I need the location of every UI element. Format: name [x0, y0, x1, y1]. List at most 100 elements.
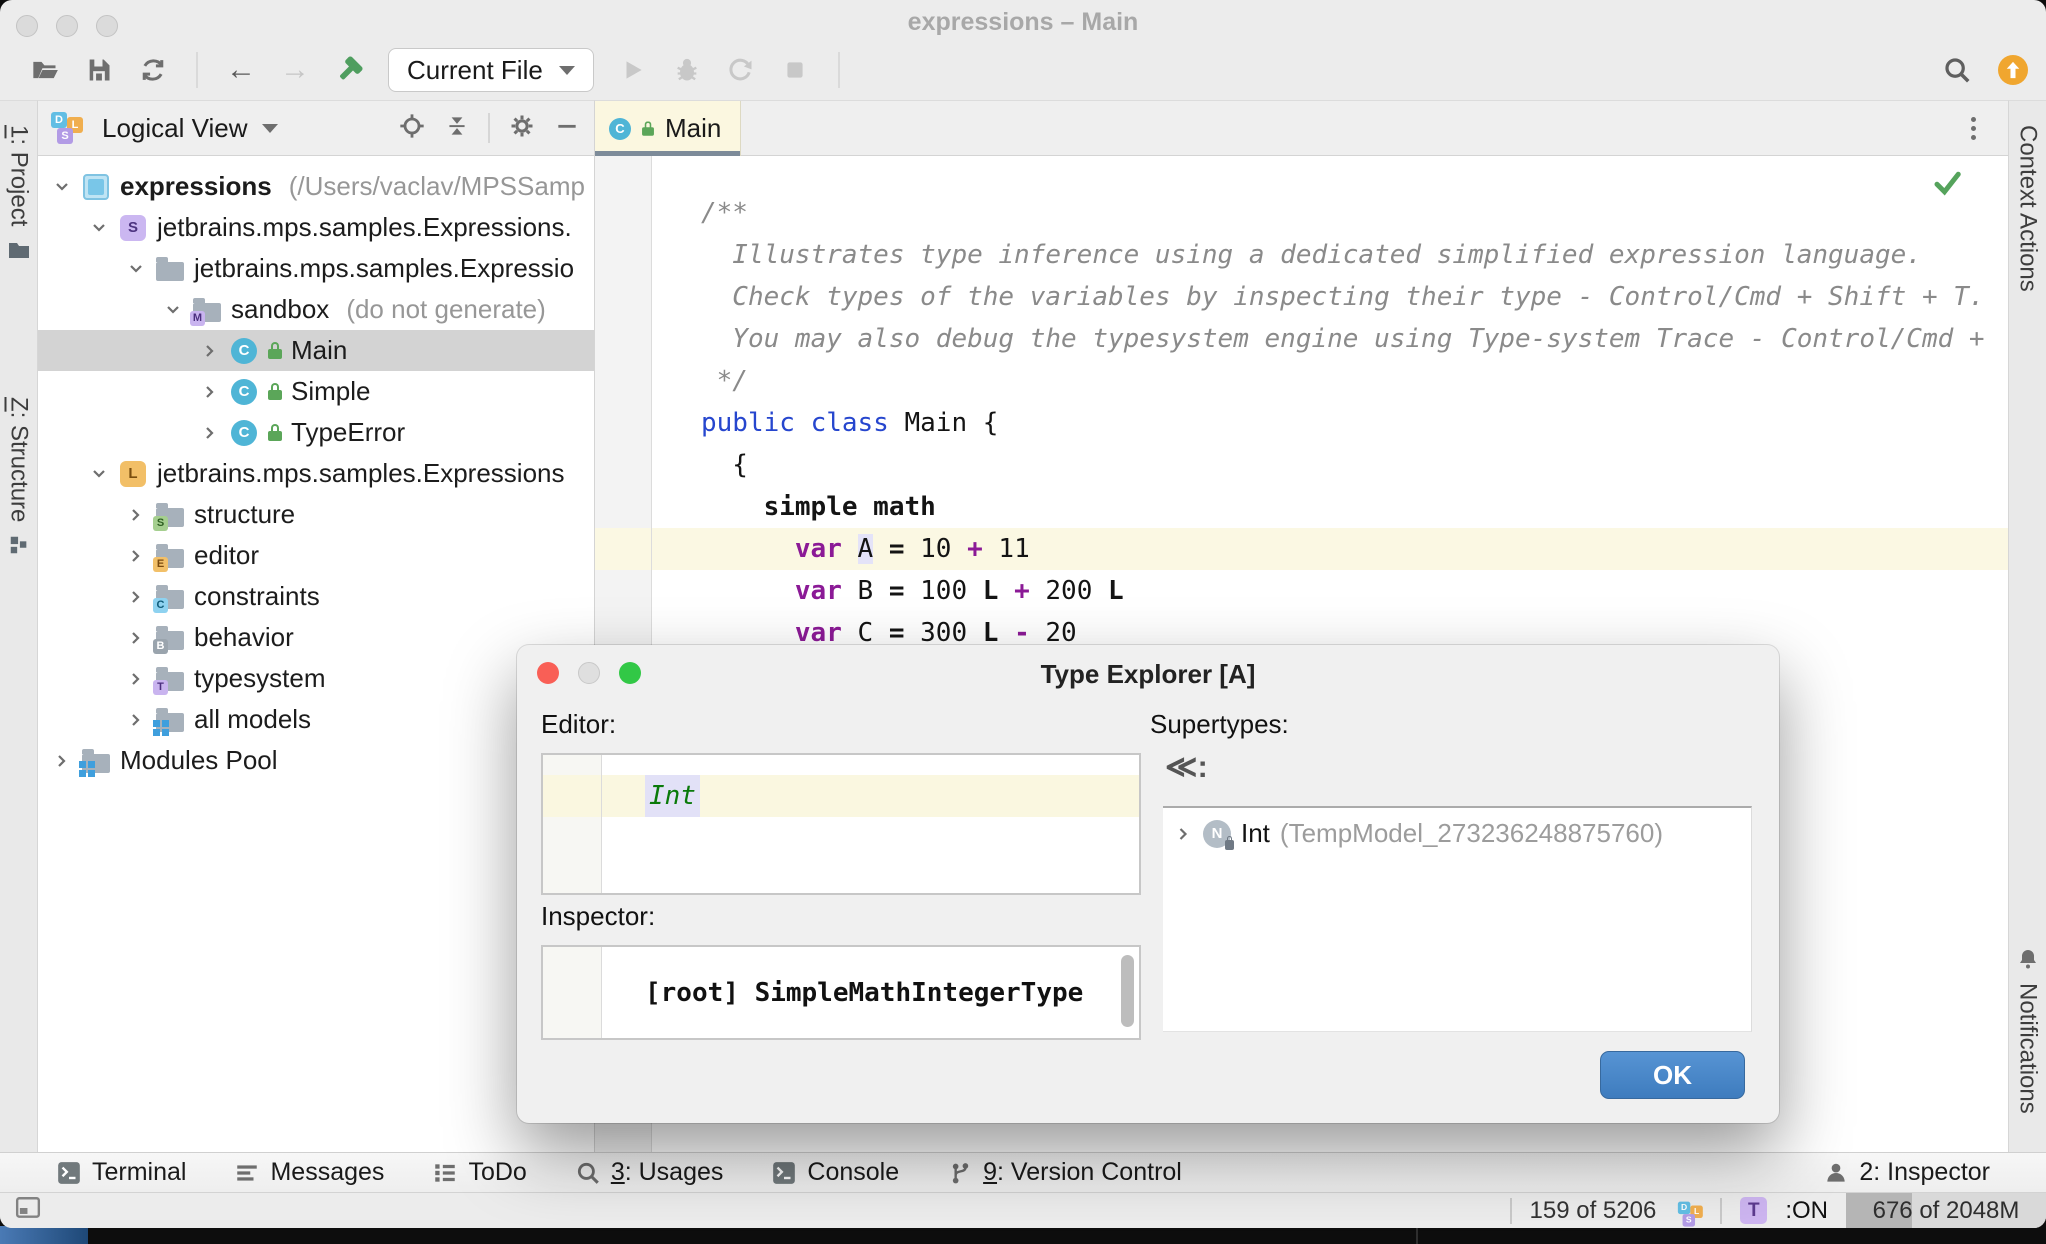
run-configuration-selector[interactable]: Current File	[388, 48, 594, 92]
tree-row-structure[interactable]: Sstructure	[38, 494, 594, 535]
tool-window-button-todo[interactable]: ToDo	[432, 1158, 527, 1187]
chevron-right-icon[interactable]	[200, 382, 220, 402]
tree-row-simple[interactable]: C Simple	[38, 371, 594, 412]
forward-icon[interactable]: →	[280, 55, 310, 85]
locate-icon[interactable]	[398, 112, 426, 145]
tree-row-constraints[interactable]: Cconstraints	[38, 576, 594, 617]
messages-icon	[237, 1164, 258, 1181]
chevron-right-icon[interactable]	[52, 751, 72, 771]
tree-label: jetbrains.mps.samples.Expressio	[194, 253, 575, 283]
code-line: Illustrates type inference using a dedic…	[732, 240, 1922, 270]
tree-label: expressions	[120, 171, 272, 201]
folder-b-folder-icon: B	[153, 623, 185, 654]
toolbar-separator	[196, 52, 198, 88]
settings-gear-icon[interactable]	[508, 112, 536, 145]
view-selector-label[interactable]: Logical View	[102, 113, 248, 144]
tree-row-all-models[interactable]: all models	[38, 699, 594, 740]
collapse-all-icon[interactable]	[444, 113, 470, 144]
code-line: {	[732, 450, 748, 480]
tool-window-button-inspector[interactable]: 2: Inspector	[1823, 1158, 2046, 1187]
tree-row-jetbrains-mps-samples-expressions-[interactable]: Sjetbrains.mps.samples.Expressions.	[38, 207, 594, 248]
code-line: var A = 10 + 11	[595, 528, 2008, 570]
run-icon[interactable]	[618, 55, 648, 85]
typesystem-chip[interactable]: T	[1740, 1197, 1768, 1224]
chevron-right-icon[interactable]	[200, 341, 220, 361]
tree-row-expressions[interactable]: expressions (/Users/vaclav/MPSSamp	[38, 166, 594, 207]
code-line: Check types of the variables by inspecti…	[732, 282, 1985, 312]
hide-panel-icon[interactable]	[554, 113, 580, 144]
ok-button[interactable]: OK	[1600, 1051, 1745, 1099]
collapse-chevrons-icon[interactable]: ≪:	[1165, 749, 1208, 785]
button-label: ToDo	[468, 1158, 527, 1186]
memory-label: 676 of 2048M	[1872, 1196, 2020, 1224]
tool-window-button-usages[interactable]: 3: Usages	[575, 1158, 723, 1187]
sync-icon[interactable]	[138, 55, 168, 85]
tool-window-button-structure[interactable]: Z: Structure	[0, 397, 37, 556]
tree-row-typesystem[interactable]: Ttypesystem	[38, 658, 594, 699]
chevron-right-icon[interactable]	[126, 505, 146, 525]
tool-window-button-messages[interactable]: Messages	[234, 1158, 384, 1187]
mps-logo-icon: DLS	[1677, 1200, 1704, 1227]
toolbar-separator	[837, 52, 840, 88]
chevron-down-icon[interactable]	[89, 218, 109, 238]
tool-window-button-terminal[interactable]: Terminal	[56, 1158, 186, 1187]
tool-window-button-console[interactable]: Console	[771, 1158, 899, 1187]
tree-row-main[interactable]: C Main	[38, 330, 594, 371]
context-actions-label: Context Actions	[2014, 125, 2042, 292]
memory-indicator[interactable]: 676 of 2048M	[1846, 1193, 2046, 1228]
chevron-right-icon[interactable]	[126, 669, 146, 689]
in spector-section-label: Inspector:	[541, 901, 656, 931]
tab-main[interactable]: C Main	[595, 101, 741, 156]
rerun-icon[interactable]	[726, 55, 756, 85]
inspector-pane[interactable]: [root] SimpleMathIntegerType	[541, 945, 1141, 1040]
chevron-down-icon[interactable]	[163, 300, 183, 320]
save-icon[interactable]	[84, 55, 114, 85]
chevron-down-icon[interactable]	[52, 177, 72, 197]
tree-row-jetbrains-mps-samples-expressions[interactable]: Ljetbrains.mps.samples.Expressions	[38, 453, 594, 494]
tool-window-switcher-icon[interactable]	[14, 1195, 42, 1226]
tree-row-modules-pool[interactable]: Modules Pool	[38, 740, 594, 781]
chevron-right-icon[interactable]	[126, 546, 146, 566]
debug-icon[interactable]	[672, 55, 702, 85]
scrollbar-thumb[interactable]	[1121, 955, 1134, 1027]
tree-row-jetbrains-mps-samples-expressio[interactable]: jetbrains.mps.samples.Expressio	[38, 248, 594, 289]
folder-c-folder-icon: C	[153, 582, 185, 613]
chevron-right-icon[interactable]	[1173, 824, 1193, 844]
chevron-right-icon[interactable]	[126, 710, 146, 730]
status-separator	[1509, 1197, 1512, 1224]
chevron-down-icon[interactable]	[126, 259, 146, 279]
chevron-right-icon[interactable]	[126, 628, 146, 648]
supertype-row[interactable]: N Int (TempModel_273236248875760)	[1163, 808, 1751, 850]
chevron-down-icon[interactable]	[261, 123, 278, 133]
tree-label: behavior	[194, 622, 294, 652]
search-everywhere-icon[interactable]	[1942, 55, 1972, 85]
type-editor-pane[interactable]: Int	[541, 753, 1141, 895]
update-available-icon[interactable]	[1998, 55, 2028, 85]
right-tool-stripe: Context Actions Notifications	[2008, 100, 2046, 1152]
chevron-right-icon[interactable]	[200, 423, 220, 443]
tool-window-button-notifications[interactable]: Notifications	[2009, 947, 2046, 1114]
open-icon[interactable]	[30, 55, 60, 85]
background-window-strip	[0, 1226, 88, 1244]
mini-editor-highlight-line	[543, 775, 1139, 817]
project-folder-icon	[8, 243, 29, 259]
tool-window-button-context-actions[interactable]: Context Actions	[2009, 125, 2046, 292]
language-icon: L	[118, 459, 148, 489]
back-icon[interactable]: ←	[226, 55, 256, 85]
tree-row-typeerror[interactable]: C TypeError	[38, 412, 594, 453]
inspector-value: [root] SimpleMathIntegerType	[645, 977, 1084, 1008]
tree-row-behavior[interactable]: Bbehavior	[38, 617, 594, 658]
tool-window-button-vcs[interactable]: 9: Version Control	[947, 1158, 1182, 1187]
build-hammer-icon[interactable]	[334, 55, 364, 85]
tab-options-kebab-icon[interactable]	[1960, 115, 1986, 141]
inspection-ok-check-icon[interactable]	[1932, 168, 1962, 203]
tree-row-editor[interactable]: Eeditor	[38, 535, 594, 576]
caret-position-widget[interactable]: 159 of 5206	[1530, 1197, 1657, 1225]
todo-list-icon	[435, 1163, 456, 1182]
chevron-right-icon[interactable]	[126, 587, 146, 607]
structure-button-label: Z: Structure	[5, 397, 33, 523]
chevron-down-icon[interactable]	[89, 464, 109, 484]
tool-window-button-project[interactable]: 1: Project	[0, 125, 37, 262]
stop-icon[interactable]	[780, 55, 810, 85]
tree-row-sandbox[interactable]: Msandbox (do not generate)	[38, 289, 594, 330]
